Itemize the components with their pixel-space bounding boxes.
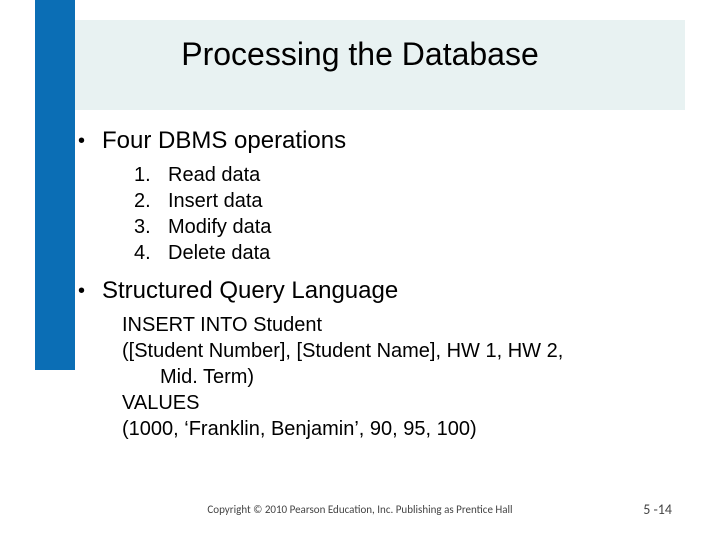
list-number: 4. — [134, 240, 168, 266]
list-text: Read data — [168, 162, 260, 188]
slide: Processing the Database • Four DBMS oper… — [0, 0, 720, 540]
bullet-item: • Four DBMS operations — [78, 126, 685, 156]
list-item: 2. Insert data — [134, 188, 685, 214]
bullet-text: Four DBMS operations — [102, 126, 685, 156]
copyright-footer: Copyright © 2010 Pearson Education, Inc.… — [0, 503, 720, 516]
page-number: 5 -14 — [643, 501, 672, 518]
sql-example: INSERT INTO Student ([Student Number], [… — [122, 312, 685, 442]
list-item: 1. Read data — [134, 162, 685, 188]
bullet-item: • Structured Query Language — [78, 276, 685, 306]
list-item: 3. Modify data — [134, 214, 685, 240]
dbms-operations-list: 1. Read data 2. Insert data 3. Modify da… — [134, 162, 685, 266]
list-number: 1. — [134, 162, 168, 188]
list-text: Modify data — [168, 214, 271, 240]
content-area: • Four DBMS operations 1. Read data 2. I… — [78, 126, 685, 442]
list-number: 2. — [134, 188, 168, 214]
bullet-text: Structured Query Language — [102, 276, 685, 306]
sql-line: VALUES — [122, 390, 685, 416]
bullet-icon: • — [78, 126, 102, 156]
bullet-icon: • — [78, 276, 102, 306]
sql-line: ([Student Number], [Student Name], HW 1,… — [122, 338, 685, 364]
list-text: Delete data — [168, 240, 270, 266]
sql-line: (1000, ‘Franklin, Benjamin’, 90, 95, 100… — [122, 416, 685, 442]
sql-line: INSERT INTO Student — [122, 312, 685, 338]
list-item: 4. Delete data — [134, 240, 685, 266]
list-text: Insert data — [168, 188, 263, 214]
list-number: 3. — [134, 214, 168, 240]
slide-title: Processing the Database — [0, 36, 720, 73]
sql-line: Mid. Term) — [122, 364, 685, 390]
